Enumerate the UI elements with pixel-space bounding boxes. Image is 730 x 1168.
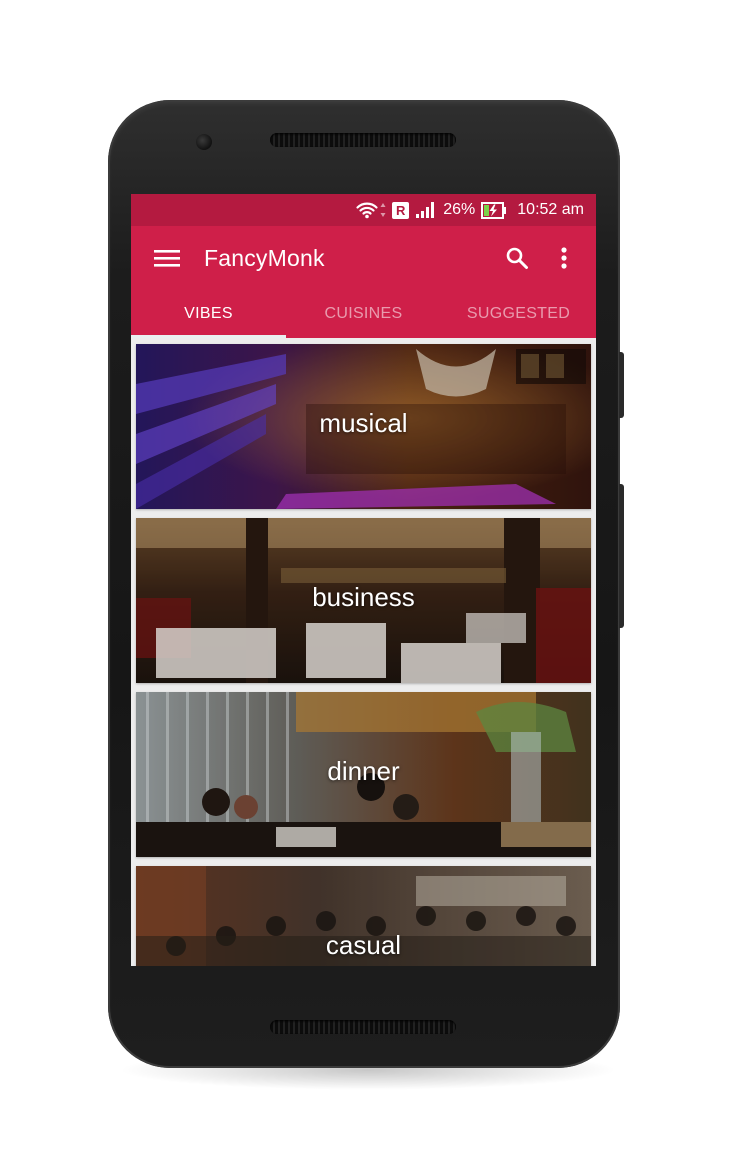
- search-button[interactable]: [501, 242, 533, 274]
- signal-icon: [415, 201, 437, 219]
- vibe-card-dinner[interactable]: dinner: [136, 692, 591, 857]
- hamburger-menu-icon: [154, 250, 180, 267]
- roaming-badge: R: [392, 201, 410, 219]
- vibe-card-casual[interactable]: casual: [136, 866, 591, 966]
- app-bar: FancyMonk VIBES CUISINES SUGGESTED: [131, 226, 596, 338]
- roaming-icon: R: [392, 201, 410, 219]
- data-arrows-icon: [380, 202, 386, 218]
- toolbar: FancyMonk: [131, 226, 596, 290]
- vibe-label: casual: [325, 930, 402, 960]
- tab-vibes[interactable]: VIBES: [131, 290, 286, 338]
- vibe-card-musical[interactable]: musical: [136, 344, 591, 509]
- search-icon: [506, 247, 528, 269]
- more-vert-icon: [561, 247, 567, 269]
- clock: 10:52 am: [517, 201, 584, 218]
- battery-percent: 26%: [443, 201, 476, 218]
- vibe-label: business: [312, 582, 415, 612]
- battery-charging-icon: [481, 201, 507, 219]
- vibe-label: musical: [319, 408, 408, 438]
- power-button: [619, 352, 624, 418]
- wifi-icon: [355, 201, 379, 219]
- app-screen: R 26% 10:52 am FancyMonk VIBES CUISINES …: [131, 194, 596, 966]
- status-bar: R 26% 10:52 am: [131, 194, 596, 226]
- vibes-list[interactable]: musical business dinner casual: [131, 338, 596, 966]
- bottom-speaker: [270, 1020, 456, 1034]
- tab-bar: VIBES CUISINES SUGGESTED: [131, 290, 596, 338]
- earpiece-speaker: [270, 133, 456, 147]
- volume-button: [619, 484, 624, 628]
- more-options-button[interactable]: [551, 242, 577, 274]
- hamburger-menu-button[interactable]: [149, 244, 185, 272]
- vibe-label: dinner: [327, 756, 400, 786]
- front-camera: [196, 134, 212, 150]
- tab-suggested[interactable]: SUGGESTED: [441, 290, 596, 338]
- vibe-card-business[interactable]: business: [136, 518, 591, 683]
- tab-cuisines[interactable]: CUISINES: [286, 290, 441, 338]
- app-title: FancyMonk: [204, 245, 325, 271]
